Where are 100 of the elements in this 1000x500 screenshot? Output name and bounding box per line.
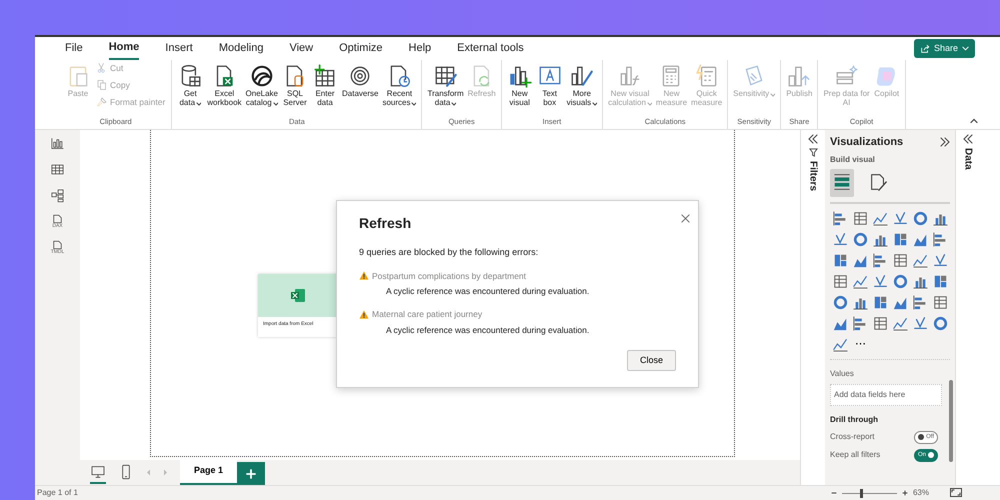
- format-paint-icon: [868, 172, 888, 192]
- view-button[interactable]: [50, 188, 65, 203]
- visual-type-icon[interactable]: [833, 232, 848, 246]
- pane-title: Visualizations: [830, 135, 904, 150]
- toggle-label: Cross-report: [830, 431, 874, 443]
- visual-type-icon[interactable]: [893, 210, 908, 226]
- visual-type-icon[interactable]: [933, 316, 948, 330]
- caret-icon: [410, 100, 416, 106]
- ribbon-button[interactable]: Text box: [536, 62, 564, 108]
- table-visual-icon: [832, 172, 852, 192]
- spreadsheet-logo-icon: [291, 289, 305, 302]
- section-heading: Drill through: [830, 414, 879, 426]
- ribbon-button[interactable]: New visual: [506, 62, 534, 108]
- caret-icon: [450, 100, 456, 106]
- desktop-icon: [90, 464, 106, 480]
- zoom-in-icon[interactable]: [902, 490, 908, 496]
- visual-type-icon[interactable]: [893, 252, 908, 268]
- visual-type-icon[interactable]: [913, 316, 928, 330]
- pane-title: Data: [962, 148, 974, 170]
- expand-pane-icon[interactable]: [963, 134, 973, 144]
- caret-icon: [591, 100, 598, 106]
- brush-icon: [96, 96, 108, 108]
- model-view-icon: [50, 188, 65, 203]
- visual-type-icon[interactable]: [933, 274, 948, 288]
- menu-tab[interactable]: Optimize: [339, 38, 383, 59]
- menu-tab[interactable]: Modeling: [218, 38, 264, 59]
- caret-icon: [272, 100, 278, 106]
- fit-to-page-button[interactable]: [950, 487, 962, 499]
- fit-page-icon: [950, 488, 962, 498]
- visual-type-icon[interactable]: [913, 210, 928, 226]
- warning-icon: [359, 310, 369, 319]
- ribbon-button[interactable]: Recent sources: [381, 62, 418, 108]
- more-visuals-button[interactable]: ⋯: [852, 336, 869, 352]
- visual-type-icon[interactable]: [873, 316, 888, 330]
- visual-type-icon[interactable]: [873, 294, 888, 310]
- visual-type-icon[interactable]: [913, 294, 928, 310]
- visual-type-icon[interactable]: [933, 232, 948, 246]
- visual-type-icon[interactable]: [893, 232, 908, 246]
- circle-logo-icon: [248, 63, 275, 89]
- visual-type-icon[interactable]: [933, 252, 948, 268]
- collapse-ribbon-icon: [970, 117, 978, 125]
- dialog-title: Refresh: [359, 214, 412, 233]
- visual-type-icon[interactable]: [853, 274, 868, 288]
- visual-type-icon[interactable]: [853, 316, 868, 330]
- visual-type-icon[interactable]: [893, 274, 908, 288]
- visual-type-icon[interactable]: [873, 210, 888, 226]
- toggle-label: Keep all filters: [830, 449, 880, 461]
- view-button[interactable]: [50, 162, 65, 177]
- ribbon-button[interactable]: SQL Server: [281, 62, 309, 108]
- visual-type-icon[interactable]: [873, 274, 888, 288]
- ribbon-button[interactable]: Excel workbook: [206, 62, 243, 108]
- menu-tab[interactable]: Help: [408, 38, 432, 59]
- menu-tab[interactable]: File: [65, 38, 83, 59]
- collapse-pane-icon[interactable]: [940, 137, 950, 148]
- page-count: Page 1 of 1: [37, 487, 78, 499]
- visual-type-icon[interactable]: [833, 294, 848, 310]
- menu-tab[interactable]: External tools: [457, 38, 524, 59]
- visual-type-icon[interactable]: [833, 274, 848, 288]
- error-query-name: Maternal care patient journey: [372, 308, 482, 321]
- visual-type-icon[interactable]: [833, 252, 848, 268]
- visual-type-icon[interactable]: [853, 210, 868, 226]
- visual-type-icon[interactable]: [833, 336, 848, 352]
- ribbon-button[interactable]: Get data: [176, 62, 204, 108]
- field-well-label: Values: [830, 368, 855, 380]
- scrollbar[interactable]: [949, 380, 953, 462]
- ribbon-button[interactable]: Transform data: [426, 62, 465, 108]
- pane-title: Filters: [806, 161, 820, 192]
- visual-type-icon[interactable]: [933, 294, 948, 310]
- ribbon-button[interactable]: Dataverse: [341, 62, 380, 100]
- menu-tab[interactable]: View: [289, 38, 314, 59]
- chevron-down-icon: [962, 45, 969, 52]
- plus-icon: [246, 468, 256, 478]
- visual-type-icon[interactable]: [833, 210, 848, 226]
- add-fields-input[interactable]: Add data fields here: [830, 384, 942, 406]
- table-view-icon: [50, 162, 65, 177]
- copy-icon: [96, 79, 108, 92]
- share-icon: [920, 44, 930, 54]
- share-button[interactable]: Share: [914, 38, 975, 58]
- ribbon-button[interactable]: More visuals: [566, 62, 598, 108]
- report-view-icon: [50, 136, 65, 151]
- caret-icon: [195, 100, 202, 106]
- menu-tab[interactable]: Insert: [165, 38, 193, 59]
- visual-type-icon[interactable]: [893, 316, 908, 330]
- section-label: Build visual: [830, 154, 876, 166]
- filter-icon: [808, 148, 818, 157]
- visual-type-icon[interactable]: [873, 252, 888, 268]
- view-button[interactable]: [50, 136, 65, 151]
- ribbon-button[interactable]: OneLake catalog: [244, 62, 279, 108]
- close-button[interactable]: Close: [626, 350, 676, 371]
- zoom-out-icon[interactable]: [830, 490, 837, 496]
- expand-pane-icon[interactable]: [808, 134, 818, 144]
- visual-type-icon[interactable]: [913, 252, 928, 268]
- add-page-button[interactable]: [237, 462, 266, 485]
- slider-thumb[interactable]: [860, 488, 864, 498]
- visual-type-icon[interactable]: [853, 232, 868, 246]
- build-visual-tab[interactable]: [830, 168, 854, 196]
- caret-icon: [646, 100, 652, 106]
- caret-icon: [769, 90, 776, 97]
- ribbon-button[interactable]: Enter data: [311, 62, 339, 108]
- error-query-name: Postpartum complications by department: [372, 270, 526, 282]
